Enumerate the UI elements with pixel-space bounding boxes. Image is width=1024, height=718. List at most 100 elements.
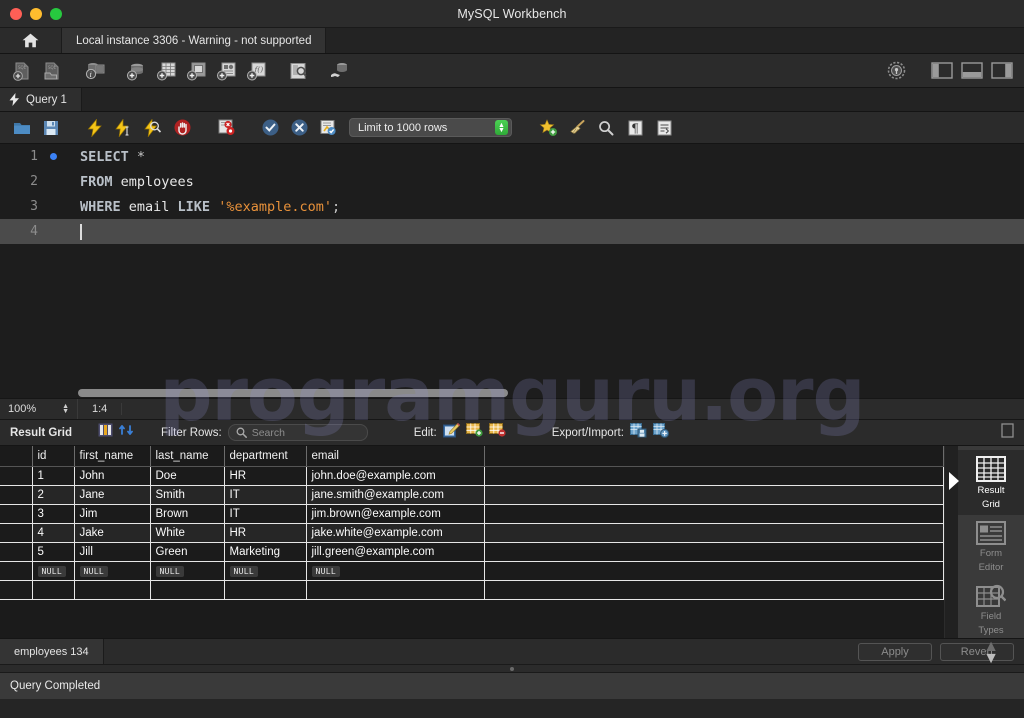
table-cell[interactable]: jane.smith@example.com xyxy=(306,485,485,505)
new-function-button[interactable]: f() xyxy=(242,58,270,84)
execute-button[interactable] xyxy=(81,115,109,141)
clear-query-button[interactable] xyxy=(563,115,591,141)
sql-editor[interactable]: 1 SELECT * 2 FROM employees 3 WHERE email LIK… xyxy=(0,144,1024,388)
side-item-field-types[interactable]: Field Types xyxy=(958,578,1024,641)
toggle-invisible-chars-button[interactable]: ¶ xyxy=(621,115,649,141)
commit-button[interactable] xyxy=(256,115,284,141)
table-cell[interactable]: Jane xyxy=(74,485,151,505)
table-cell-null[interactable]: NULL xyxy=(74,561,151,581)
toggle-stop-on-error-button[interactable] xyxy=(212,115,240,141)
row-gutter-cell[interactable] xyxy=(0,504,33,524)
rollback-button[interactable] xyxy=(285,115,313,141)
table-row[interactable]: 5 Jill Green Marketing jill.green@example.co… xyxy=(0,542,944,562)
table-cell[interactable]: Marketing xyxy=(224,542,307,562)
stop-button[interactable] xyxy=(168,115,196,141)
reconnect-server-button[interactable] xyxy=(326,58,354,84)
code-line[interactable]: 3 WHERE email LIKE '%example.com'; xyxy=(0,194,1024,219)
table-cell[interactable]: Doe xyxy=(150,466,225,486)
table-cell[interactable]: White xyxy=(150,523,225,543)
toggle-word-wrap-button[interactable] xyxy=(650,115,678,141)
table-cell[interactable]: Jake xyxy=(74,523,151,543)
toggle-wrap-cell-button[interactable] xyxy=(1001,422,1014,443)
apply-button[interactable]: Apply xyxy=(858,642,932,661)
delete-row-button[interactable] xyxy=(488,423,506,442)
new-table-button[interactable] xyxy=(152,58,180,84)
inspect-button[interactable] xyxy=(284,58,312,84)
side-panel-scroll-down[interactable]: ▼ xyxy=(983,651,999,667)
table-cell[interactable]: John xyxy=(74,466,151,486)
table-cell-null[interactable]: NULL xyxy=(306,561,485,581)
import-recordset-button[interactable] xyxy=(652,422,670,443)
table-cell[interactable]: IT xyxy=(224,485,307,505)
row-gutter-cell[interactable] xyxy=(0,466,33,486)
output-splitter[interactable] xyxy=(0,664,1024,673)
breakpoint-marker[interactable] xyxy=(46,153,60,160)
table-cell-null[interactable]: NULL xyxy=(150,561,225,581)
row-gutter-cell[interactable] xyxy=(0,485,33,505)
instance-tab[interactable]: Local instance 3306 - Warning - not supp… xyxy=(62,28,327,53)
save-file-button[interactable] xyxy=(37,115,65,141)
side-item-result-grid[interactable]: Result Grid xyxy=(958,450,1024,515)
toggle-secondary-sidebar-button[interactable] xyxy=(988,58,1016,84)
column-header[interactable]: first_name xyxy=(74,446,151,467)
refresh-button[interactable] xyxy=(119,423,135,442)
limit-rows-select[interactable]: Limit to 1000 rows ▲ ▼ xyxy=(349,118,512,137)
table-cell[interactable]: Jill xyxy=(74,542,151,562)
open-sql-file-button[interactable]: SQL xyxy=(38,58,66,84)
table-cell[interactable]: Jim xyxy=(74,504,151,524)
edit-cell-button[interactable] xyxy=(442,422,460,443)
filter-rows-search[interactable]: Search xyxy=(227,424,368,441)
open-file-button[interactable] xyxy=(8,115,36,141)
find-button[interactable] xyxy=(592,115,620,141)
column-header[interactable]: last_name xyxy=(150,446,225,467)
explain-button[interactable] xyxy=(139,115,167,141)
table-row-new[interactable]: NULL NULL NULL NULL NULL xyxy=(0,561,944,581)
table-cell[interactable]: 3 xyxy=(32,504,75,524)
table-cell[interactable]: jim.brown@example.com xyxy=(306,504,485,524)
row-gutter-cell[interactable] xyxy=(0,523,33,543)
row-gutter-cell[interactable] xyxy=(0,561,33,581)
table-cell[interactable]: 5 xyxy=(32,542,75,562)
table-cell-null[interactable]: NULL xyxy=(32,561,75,581)
code-area[interactable]: 1 SELECT * 2 FROM employees 3 WHERE email LIK… xyxy=(0,144,1024,244)
table-row[interactable]: 3 Jim Brown IT jim.brown@example.com xyxy=(0,504,944,524)
revert-button[interactable]: Revert xyxy=(940,642,1014,661)
new-procedure-button[interactable] xyxy=(212,58,240,84)
row-gutter-cell[interactable] xyxy=(0,542,33,562)
table-cell[interactable]: john.doe@example.com xyxy=(306,466,485,486)
result-set-tab[interactable]: employees 134 xyxy=(0,639,104,664)
table-cell[interactable]: 1 xyxy=(32,466,75,486)
code-line[interactable]: 2 FROM employees xyxy=(0,169,1024,194)
execute-current-statement-button[interactable] xyxy=(110,115,138,141)
table-cell[interactable]: 2 xyxy=(32,485,75,505)
editor-horizontal-scrollbar[interactable] xyxy=(78,389,508,397)
column-header[interactable]: email xyxy=(306,446,485,467)
new-view-button[interactable] xyxy=(182,58,210,84)
column-header[interactable]: id xyxy=(32,446,75,467)
grid-view-button[interactable] xyxy=(98,423,113,442)
result-grid[interactable]: id first_name last_name department email 1 Jo… xyxy=(0,446,944,638)
table-cell[interactable]: jill.green@example.com xyxy=(306,542,485,562)
code-line[interactable]: 4 xyxy=(0,219,1024,244)
server-status-button[interactable]: i xyxy=(80,58,108,84)
table-cell[interactable]: Brown xyxy=(150,504,225,524)
table-row[interactable]: 1 John Doe HR john.doe@example.com xyxy=(0,466,944,486)
code-line[interactable]: 1 SELECT * xyxy=(0,144,1024,169)
beautify-query-button[interactable] xyxy=(534,115,562,141)
table-cell[interactable]: HR xyxy=(224,523,307,543)
column-header[interactable]: department xyxy=(224,446,307,467)
editor-zoom-stepper[interactable]: ▲ ▼ xyxy=(62,403,69,415)
table-cell[interactable]: IT xyxy=(224,504,307,524)
table-cell[interactable]: Green xyxy=(150,542,225,562)
tab-query-1[interactable]: Query 1 xyxy=(0,88,82,111)
table-cell[interactable]: 4 xyxy=(32,523,75,543)
home-button[interactable] xyxy=(0,28,62,53)
export-recordset-button[interactable] xyxy=(629,422,647,443)
table-cell[interactable]: jake.white@example.com xyxy=(306,523,485,543)
table-row[interactable]: 2 Jane Smith IT jane.smith@example.com xyxy=(0,485,944,505)
autocommit-button[interactable] xyxy=(314,115,342,141)
settings-button[interactable] xyxy=(882,58,910,84)
table-cell-null[interactable]: NULL xyxy=(224,561,307,581)
new-schema-button[interactable] xyxy=(122,58,150,84)
result-table-body[interactable]: 1 John Doe HR john.doe@example.com 2 Jane Smith… xyxy=(0,466,944,600)
